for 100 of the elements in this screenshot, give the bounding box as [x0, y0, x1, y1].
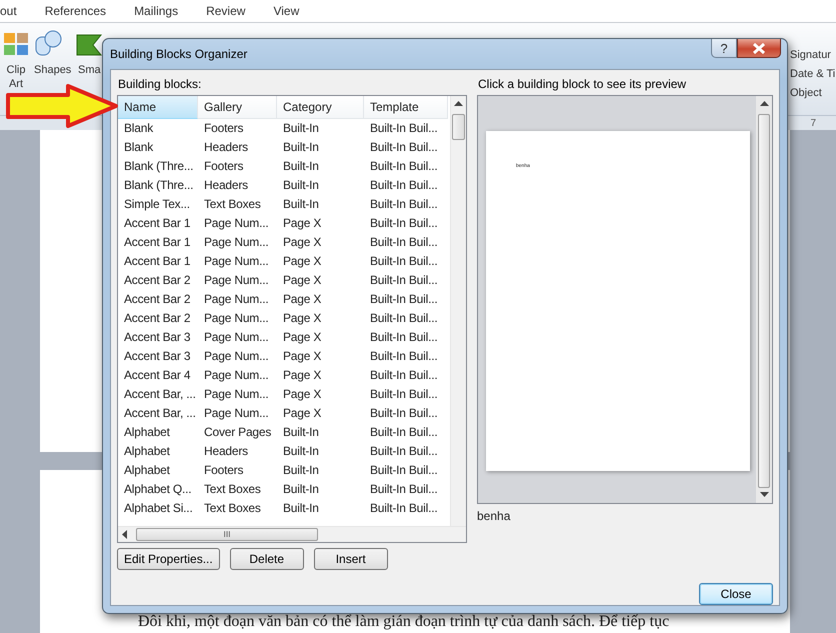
- table-cell[interactable]: Page Num...: [198, 406, 277, 420]
- table-cell[interactable]: Accent Bar 3: [118, 348, 198, 362]
- table-cell[interactable]: Text Boxes: [198, 196, 277, 210]
- table-cell[interactable]: Blank: [118, 140, 198, 154]
- table-cell[interactable]: Built-In Buil...: [364, 272, 448, 286]
- table-cell[interactable]: Text Boxes: [198, 500, 277, 514]
- table-cell[interactable]: Page Num...: [198, 386, 277, 400]
- table-cell[interactable]: Built-In: [277, 178, 364, 192]
- table-cell[interactable]: Alphabet Si...: [118, 500, 198, 514]
- ribbon-item[interactable]: Object: [790, 87, 836, 99]
- table-cell[interactable]: Page Num...: [198, 348, 277, 362]
- table-cell[interactable]: Alphabet: [118, 424, 198, 438]
- table-cell[interactable]: Headers: [198, 178, 277, 192]
- table-cell[interactable]: Page Num...: [198, 368, 277, 382]
- table-cell[interactable]: Page X: [277, 310, 364, 324]
- table-cell[interactable]: Alphabet: [118, 462, 198, 476]
- table-cell[interactable]: Built-In Buil...: [364, 330, 448, 344]
- table-cell[interactable]: Built-In Buil...: [364, 292, 448, 306]
- table-cell[interactable]: Text Boxes: [198, 482, 277, 496]
- table-cell[interactable]: Page Num...: [198, 292, 277, 306]
- table-cell[interactable]: Headers: [198, 140, 277, 154]
- table-cell[interactable]: Accent Bar 3: [118, 330, 198, 344]
- table-cell[interactable]: Page Num...: [198, 254, 277, 268]
- table-cell[interactable]: Accent Bar 2: [118, 272, 198, 286]
- column-header[interactable]: Name: [118, 96, 198, 119]
- table-cell[interactable]: Accent Bar 1: [118, 216, 198, 230]
- ribbon-button-label[interactable]: Clip Art: [2, 63, 30, 91]
- horizontal-scrollbar[interactable]: III: [118, 526, 466, 542]
- ribbon-button-label[interactable]: Shapes: [34, 63, 72, 77]
- scroll-thumb[interactable]: [758, 114, 770, 488]
- table-cell[interactable]: Built-In Buil...: [364, 178, 448, 192]
- table-cell[interactable]: Accent Bar 2: [118, 310, 198, 324]
- table-cell[interactable]: Page Num...: [198, 216, 277, 230]
- ribbon-tab[interactable]: References: [30, 4, 120, 18]
- scroll-left-icon[interactable]: [122, 530, 128, 539]
- table-cell[interactable]: Page X: [277, 330, 364, 344]
- table-cell[interactable]: Footers: [198, 158, 277, 172]
- scroll-up-icon[interactable]: [760, 100, 768, 107]
- table-cell[interactable]: Built-In Buil...: [364, 310, 448, 324]
- table-cell[interactable]: Built-In Buil...: [364, 386, 448, 400]
- ribbon-item[interactable]: Date & Ti: [790, 68, 836, 80]
- ribbon-item[interactable]: Signatur: [790, 49, 836, 61]
- table-cell[interactable]: Built-In Buil...: [364, 406, 448, 420]
- table-cell[interactable]: Headers: [198, 444, 277, 458]
- table-cell[interactable]: Blank: [118, 120, 198, 134]
- column-header[interactable]: Template: [364, 96, 448, 119]
- table-cell[interactable]: Built-In: [277, 424, 364, 438]
- table-cell[interactable]: Accent Bar 1: [118, 254, 198, 268]
- table-cell[interactable]: Built-In Buil...: [364, 424, 448, 438]
- table-cell[interactable]: Alphabet: [118, 444, 198, 458]
- column-header[interactable]: Gallery: [198, 96, 277, 119]
- table-cell[interactable]: Built-In: [277, 462, 364, 476]
- table-cell[interactable]: Page X: [277, 234, 364, 248]
- column-header[interactable]: Category: [277, 96, 364, 119]
- table-cell[interactable]: Built-In Buil...: [364, 158, 448, 172]
- table-cell[interactable]: Accent Bar 2: [118, 292, 198, 306]
- table-cell[interactable]: Built-In Buil...: [364, 216, 448, 230]
- dialog-button[interactable]: Edit Properties...: [117, 548, 220, 570]
- table-cell[interactable]: Built-In: [277, 120, 364, 134]
- table-cell[interactable]: Built-In Buil...: [364, 500, 448, 514]
- table-cell[interactable]: Accent Bar, ...: [118, 386, 198, 400]
- table-cell[interactable]: Page Num...: [198, 330, 277, 344]
- table-cell[interactable]: Page Num...: [198, 310, 277, 324]
- table-cell[interactable]: Built-In Buil...: [364, 462, 448, 476]
- table-cell[interactable]: Built-In Buil...: [364, 482, 448, 496]
- table-cell[interactable]: Built-In Buil...: [364, 196, 448, 210]
- table-cell[interactable]: Accent Bar, ...: [118, 406, 198, 420]
- table-cell[interactable]: Page Num...: [198, 234, 277, 248]
- table-cell[interactable]: Page X: [277, 292, 364, 306]
- table-cell[interactable]: Built-In Buil...: [364, 234, 448, 248]
- table-cell[interactable]: Footers: [198, 462, 277, 476]
- scroll-down-icon[interactable]: [760, 492, 768, 498]
- table-cell[interactable]: Built-In Buil...: [364, 444, 448, 458]
- table-cell[interactable]: Page X: [277, 348, 364, 362]
- table-cell[interactable]: Built-In Buil...: [364, 368, 448, 382]
- close-dialog-button[interactable]: Close: [699, 583, 773, 605]
- table-cell[interactable]: Blank (Thre...: [118, 178, 198, 192]
- table-cell[interactable]: Alphabet Q...: [118, 482, 198, 496]
- table-cell[interactable]: Page X: [277, 272, 364, 286]
- table-cell[interactable]: Built-In Buil...: [364, 120, 448, 134]
- table-cell[interactable]: Built-In: [277, 482, 364, 496]
- ribbon-tab[interactable]: out: [0, 4, 31, 18]
- help-button[interactable]: ?: [711, 39, 737, 58]
- table-cell[interactable]: Built-In Buil...: [364, 254, 448, 268]
- table-cell[interactable]: Footers: [198, 120, 277, 134]
- scroll-thumb[interactable]: III: [136, 528, 318, 541]
- preview-scrollbar[interactable]: [756, 96, 772, 503]
- table-cell[interactable]: Simple Tex...: [118, 196, 198, 210]
- table-cell[interactable]: Built-In: [277, 444, 364, 458]
- table-cell[interactable]: Cover Pages: [198, 424, 277, 438]
- table-cell[interactable]: Page X: [277, 386, 364, 400]
- table-cell[interactable]: Page X: [277, 216, 364, 230]
- table-cell[interactable]: Built-In Buil...: [364, 140, 448, 154]
- ribbon-tab[interactable]: Mailings: [120, 4, 192, 18]
- dialog-button[interactable]: Insert: [314, 548, 388, 570]
- ribbon-tab[interactable]: View: [259, 4, 314, 18]
- scroll-up-icon[interactable]: [454, 101, 463, 107]
- table-cell[interactable]: Built-In Buil...: [364, 348, 448, 362]
- scroll-thumb[interactable]: [452, 114, 465, 140]
- dialog-button[interactable]: Delete: [230, 548, 304, 570]
